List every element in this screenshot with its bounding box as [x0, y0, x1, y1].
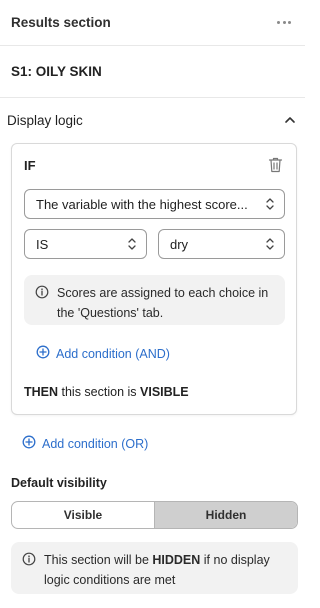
- then-keyword: THEN: [24, 385, 59, 399]
- value-select[interactable]: dry: [158, 229, 285, 259]
- visibility-note-box: This section will be HIDDEN if no displa…: [11, 542, 298, 594]
- note-state: HIDDEN: [152, 553, 201, 567]
- plus-circle-icon: [36, 345, 50, 362]
- then-state: VISIBLE: [140, 385, 189, 399]
- add-condition-and-button[interactable]: Add condition (AND): [36, 345, 170, 362]
- more-options-icon[interactable]: [273, 17, 295, 28]
- select-arrows-icon: [265, 237, 275, 251]
- visibility-note-text: This section will be HIDDEN if no displa…: [44, 550, 288, 594]
- select-arrows-icon: [265, 197, 275, 211]
- plus-circle-icon: [22, 435, 36, 452]
- add-condition-and-label: Add condition (AND): [56, 346, 170, 361]
- then-statement: THEN this section is VISIBLE: [24, 385, 189, 399]
- section-name-row: S1: OILY SKIN: [0, 46, 305, 98]
- default-visibility-label: Default visibility: [11, 476, 107, 490]
- condition-card: IF The variable with the highest score..…: [11, 143, 297, 415]
- add-condition-or-button[interactable]: Add condition (OR): [22, 435, 148, 452]
- section-name: S1: OILY SKIN: [11, 64, 102, 79]
- panel-title: Results section: [11, 15, 111, 30]
- note-prefix: This section will be: [44, 553, 153, 567]
- results-section-panel: Results section S1: OILY SKIN Display lo…: [0, 0, 305, 608]
- visible-option[interactable]: Visible: [12, 502, 154, 528]
- then-middle-text: this section is: [58, 385, 141, 399]
- operator-select-value: IS: [36, 236, 49, 252]
- hidden-option[interactable]: Hidden: [154, 502, 297, 528]
- scores-info-text: Scores are assigned to each choice in th…: [57, 286, 269, 320]
- trash-icon[interactable]: [268, 157, 283, 176]
- display-logic-title: Display logic: [7, 112, 83, 128]
- chevron-up-icon[interactable]: [284, 114, 296, 126]
- info-icon: [35, 285, 49, 325]
- display-logic-header[interactable]: Display logic: [0, 98, 305, 142]
- select-arrows-icon: [127, 237, 137, 251]
- value-select-value: dry: [170, 236, 189, 252]
- operator-select[interactable]: IS: [24, 229, 147, 259]
- if-keyword: IF: [24, 158, 36, 173]
- variable-select-value: The variable with the highest score...: [36, 196, 248, 212]
- add-condition-or-label: Add condition (OR): [42, 436, 149, 451]
- default-visibility-toggle: Visible Hidden: [11, 501, 298, 529]
- variable-select[interactable]: The variable with the highest score...: [24, 189, 285, 219]
- scores-info-box: Scores are assigned to each choice in th…: [24, 275, 285, 325]
- panel-header: Results section: [0, 0, 305, 46]
- info-icon: [22, 552, 36, 594]
